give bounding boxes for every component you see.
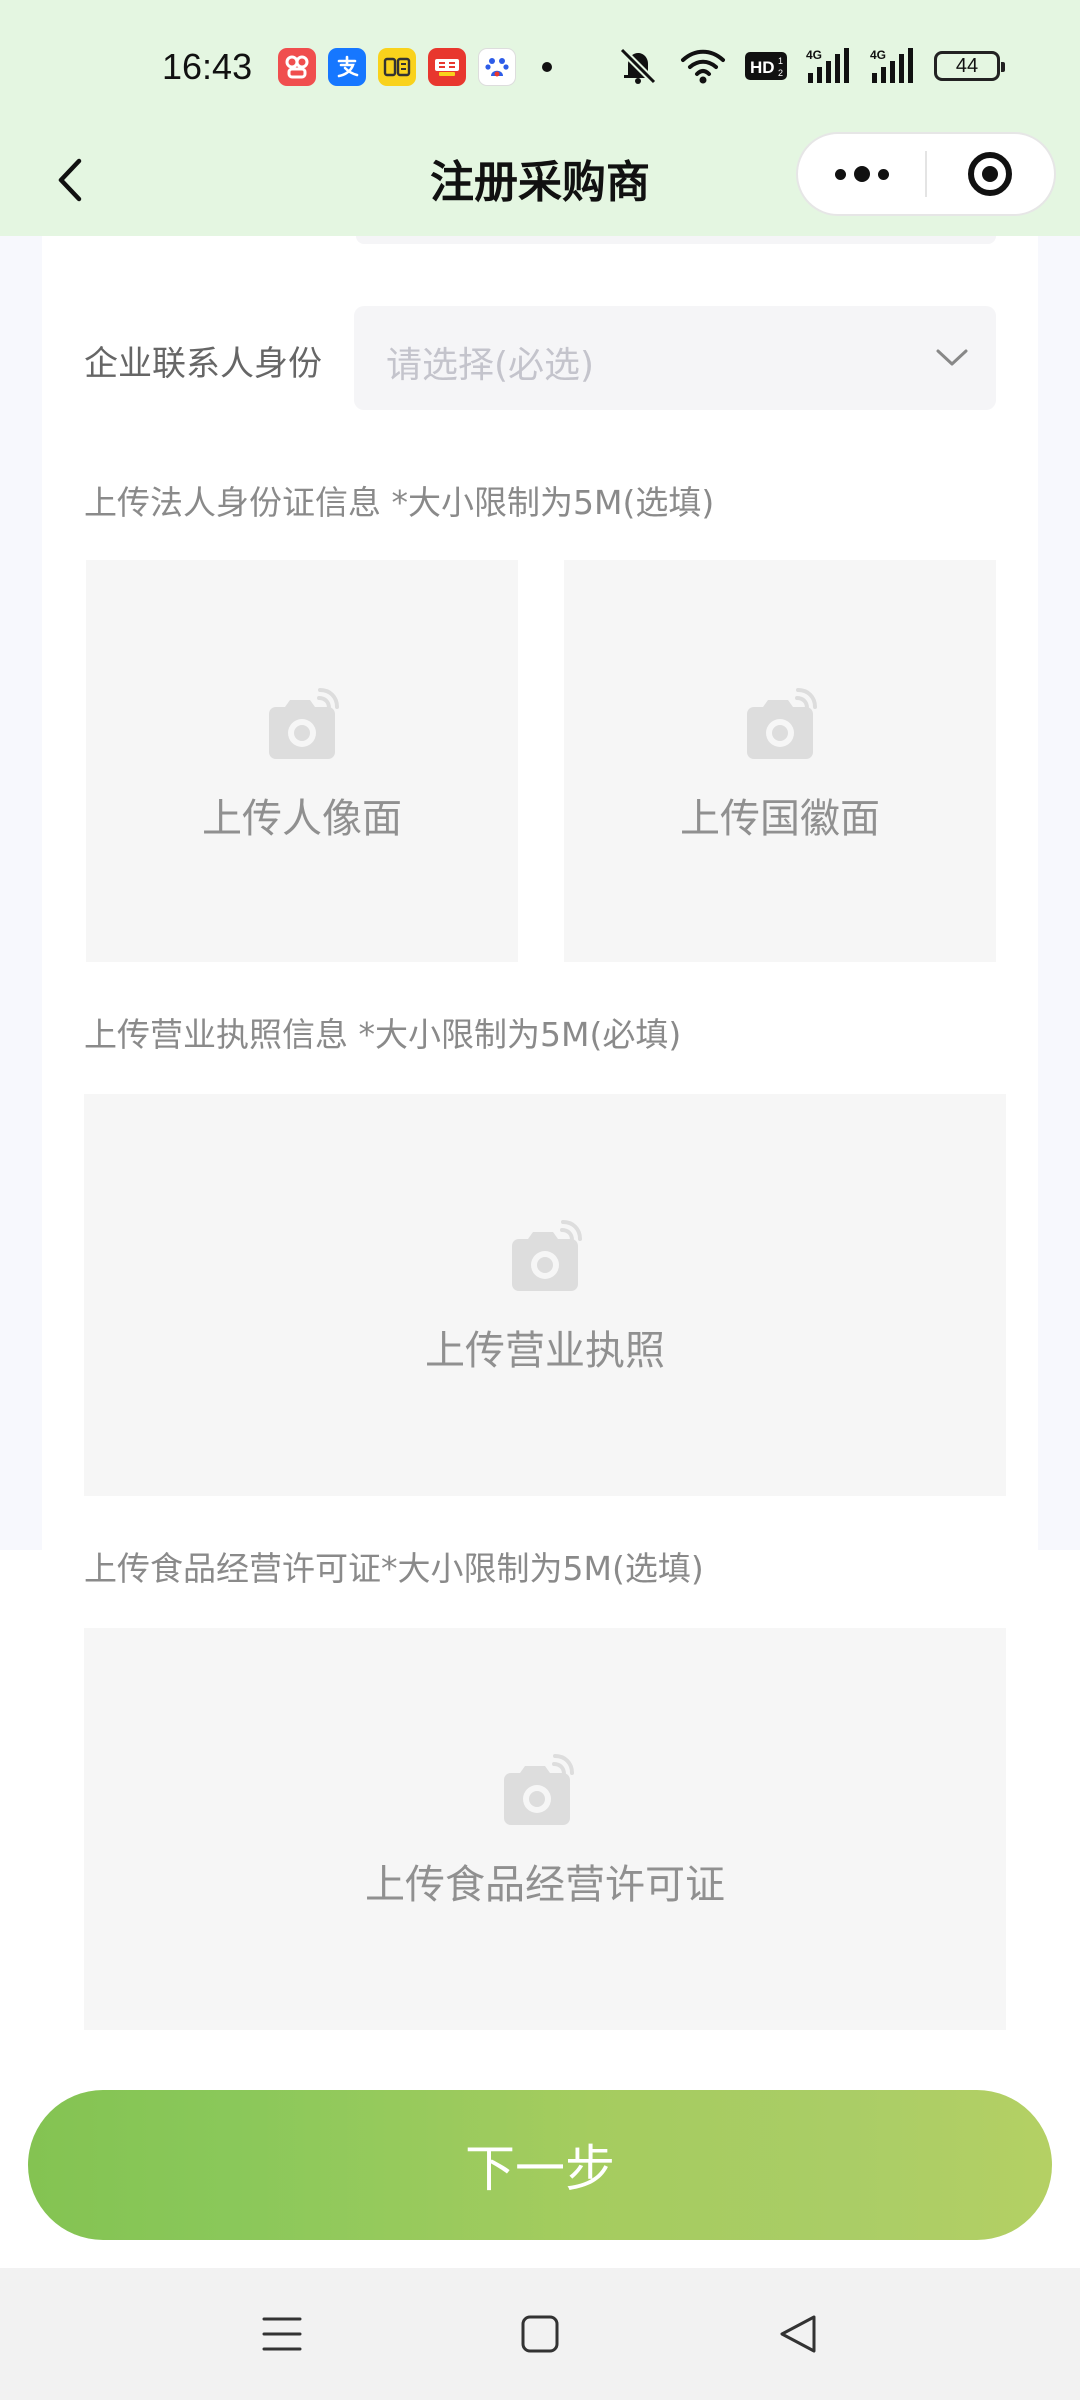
navigation-bar: 注册采购商 — [0, 132, 1080, 236]
legal-id-section-label: 上传法人身份证信息 *大小限制为5M(选填) — [84, 483, 715, 522]
upload-portrait-box[interactable]: 上传人像面 — [86, 560, 518, 962]
contact-identity-label: 企业联系人身份 — [84, 344, 322, 384]
recent-apps-button[interactable] — [256, 2308, 308, 2360]
xianyu-icon — [378, 48, 416, 86]
signal-4g-icon-1: 4G — [806, 48, 849, 83]
upload-food-license-box[interactable]: 上传食品经营许可证 — [84, 1628, 1006, 2030]
miniprogram-capsule — [796, 132, 1056, 216]
svg-text:1: 1 — [778, 56, 783, 66]
hd-voice-icon: HD 1 2 — [745, 52, 787, 80]
svg-text:4G: 4G — [806, 48, 822, 62]
system-back-button[interactable] — [772, 2308, 824, 2360]
triangle-back-icon — [780, 2315, 816, 2353]
more-notifications-dot — [542, 62, 552, 72]
camera-icon — [743, 688, 817, 762]
close-miniprogram-button[interactable] — [927, 134, 1054, 214]
status-time: 16:43 — [162, 46, 253, 87]
more-dots-icon — [834, 166, 889, 182]
svg-text:2: 2 — [778, 68, 783, 78]
battery-indicator: 44 — [934, 51, 1005, 81]
alipay-icon — [328, 48, 366, 86]
menu-icon — [262, 2317, 302, 2351]
system-navigation-bar — [0, 2268, 1080, 2400]
contact-identity-placeholder: 请选择(必选) — [386, 345, 595, 386]
camera-icon — [508, 1220, 582, 1294]
target-icon — [968, 152, 1013, 196]
next-step-label: 下一步 — [465, 2140, 615, 2198]
upload-emblem-label: 上传国徽面 — [680, 796, 880, 842]
upload-emblem-box[interactable]: 上传国徽面 — [564, 560, 996, 962]
silent-icon — [619, 47, 657, 85]
app-header: 16:43 HD 1 2 4G 4G 44 注册采购商 — [0, 0, 1080, 236]
contact-identity-select[interactable]: 请选择(必选) — [354, 306, 996, 410]
camera-icon — [500, 1754, 574, 1828]
battery-level: 44 — [955, 54, 979, 77]
baidu-icon — [478, 48, 516, 86]
search-app-icon — [428, 48, 466, 86]
business-license-section-label: 上传营业执照信息 *大小限制为5M(必填) — [84, 1015, 682, 1054]
home-square-icon — [521, 2315, 559, 2353]
app-icon-1 — [278, 48, 316, 86]
status-bar: 16:43 HD 1 2 4G 4G 44 — [0, 0, 1080, 132]
more-button[interactable] — [798, 134, 925, 214]
next-step-button[interactable]: 下一步 — [28, 2090, 1052, 2240]
signal-4g-icon-2: 4G — [870, 48, 913, 83]
camera-icon — [265, 688, 339, 762]
upload-business-license-box[interactable]: 上传营业执照 — [84, 1094, 1006, 1496]
notification-icons — [278, 48, 552, 86]
previous-field-edge — [356, 236, 996, 244]
svg-text:4G: 4G — [870, 48, 886, 62]
home-button[interactable] — [514, 2308, 566, 2360]
upload-portrait-label: 上传人像面 — [202, 796, 402, 842]
chevron-down-icon — [930, 336, 974, 380]
food-license-section-label: 上传食品经营许可证*大小限制为5M(选填) — [84, 1549, 704, 1588]
upload-business-license-label: 上传营业执照 — [425, 1328, 665, 1374]
upload-food-license-label: 上传食品经营许可证 — [365, 1862, 725, 1908]
wifi-icon — [681, 49, 725, 84]
system-status: HD 1 2 4G 4G 44 — [614, 46, 1005, 86]
svg-text:HD: HD — [750, 58, 775, 77]
